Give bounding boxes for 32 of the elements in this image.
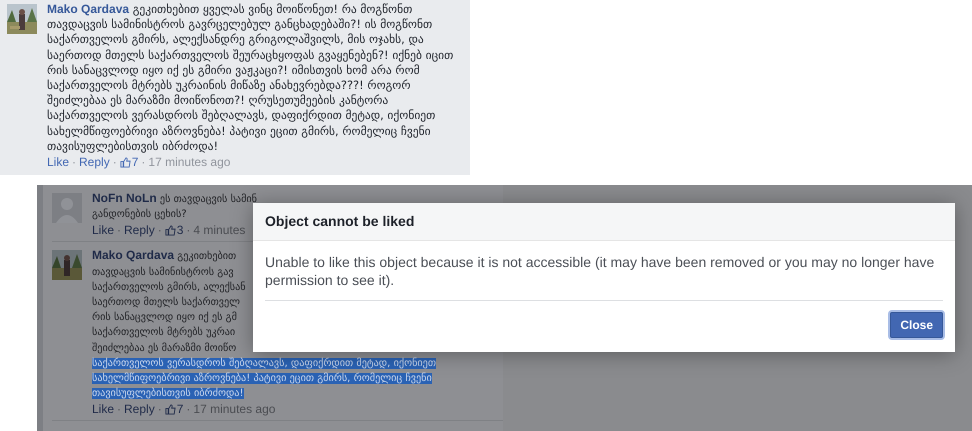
like-count[interactable]: 7 xyxy=(120,155,138,170)
reply-link[interactable]: Reply xyxy=(124,223,155,238)
like-count[interactable]: 7 xyxy=(164,402,184,416)
like-count[interactable]: 3 xyxy=(164,223,184,238)
separator: · xyxy=(117,402,122,416)
thumbs-up-icon xyxy=(164,224,176,236)
like-link[interactable]: Like xyxy=(92,402,114,416)
comment-text: NoFn NoLn ეს თავდაცვის სამინ განდონების ცეხის? xyxy=(92,191,257,222)
separator: · xyxy=(112,155,117,170)
separator: · xyxy=(141,155,146,170)
comment-text: Mako Qardava გეკითხებით ყველას ვინც მოიწონეთ! რა მოგწონთ თავდაცვის სამინისტროს გავრცელებულ განცხადებაში?! ის მოგწონთ საქართველოს გმირს, ალექსანდრე გრიგოლაშვილს, მის ოჯახს, და საერთოდ მთელს საქართველოს შეურაცხყოფას გვაყენებენ?! იქნებ იცით რის სანაცვლოდ იყო იქ ეს გმირი ვაჟკაცი?! იმისთვის ხომ არა რომ საქართველოს მტრებს უკრაინის მიწაზე ანახევრებდა???! როგორ შეიძლებაა ეს მარაზმი მოიწონოთ?! ღრუსეთუმეების კანტორა საქართველოს ვერასდროს შებღალავს, დაფიქრდით მეტად, იქონიეთ სახელმწიფოებრივი აზროვნება! პატივი ეცით გმირს, რომელიც ჩვენი თავისუფლებისთვის იბრძოდა! xyxy=(47,2,454,154)
reply-link[interactable]: Reply xyxy=(124,402,155,416)
close-button[interactable]: Close xyxy=(890,312,943,338)
dialog-title: Object cannot be liked xyxy=(265,213,414,229)
reply-link[interactable]: Reply xyxy=(79,155,110,170)
separator: · xyxy=(186,402,190,416)
thumbs-up-icon xyxy=(120,156,131,168)
separator: · xyxy=(158,223,162,238)
author-link[interactable]: Mako Qardava xyxy=(92,248,174,262)
thumbs-up-icon xyxy=(164,404,176,415)
like-link[interactable]: Like xyxy=(92,223,114,238)
separator: · xyxy=(186,223,190,238)
comment-time: 17 minutes ago xyxy=(148,155,230,170)
separator: · xyxy=(158,402,162,416)
like-link[interactable]: Like xyxy=(47,155,70,170)
separator: · xyxy=(72,155,76,170)
comment-time: 4 minutes xyxy=(193,223,246,238)
author-link[interactable]: Mako Qardava xyxy=(47,2,130,16)
author-link[interactable]: NoFn NoLn xyxy=(92,191,157,205)
separator: · xyxy=(117,223,122,238)
dialog-message: Unable to like this object because it is not accessible (it may have been removed or you may no longer have permission to see it). xyxy=(265,241,943,301)
comment-time: 17 minutes ago xyxy=(193,402,276,416)
